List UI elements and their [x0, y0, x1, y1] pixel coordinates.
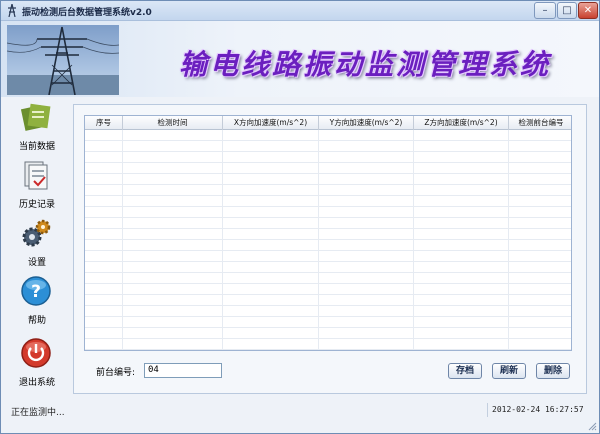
refresh-button[interactable]: 刷新	[492, 363, 526, 379]
table-row[interactable]	[85, 306, 571, 317]
table-row[interactable]	[85, 152, 571, 163]
monitoring-status: 正在监测中...	[11, 408, 65, 418]
table-row[interactable]	[85, 262, 571, 273]
table-row[interactable]	[85, 163, 571, 174]
sidebar: 当前数据 历史记录 设置 ? 帮助 退出系统	[1, 97, 73, 403]
table-row[interactable]	[85, 251, 571, 262]
column-header-x-accel[interactable]: X方向加速度(m/s^2)	[223, 116, 319, 130]
sidebar-item-exit[interactable]: 退出系统	[1, 333, 73, 391]
window-title: 振动检测后台数据管理系统v2.0	[22, 8, 152, 18]
power-icon	[21, 338, 51, 368]
grid-divider	[222, 130, 223, 350]
header-banner: 输电线路振动监测管理系统	[1, 21, 599, 97]
settings-gear-icon	[22, 219, 51, 247]
status-divider	[487, 403, 488, 417]
save-button[interactable]: 存档	[448, 363, 482, 379]
status-datetime: 2012-02-24 16:27:57	[492, 405, 584, 414]
sidebar-item-label: 当前数据	[18, 142, 55, 152]
table-row[interactable]	[85, 240, 571, 251]
help-icon: ?	[21, 276, 51, 306]
grid-divider	[318, 130, 319, 350]
table-row[interactable]	[85, 295, 571, 306]
sidebar-item-history[interactable]: 历史记录	[1, 155, 73, 213]
main-panel: 序号 检测时间 X方向加速度(m/s^2) Y方向加速度(m/s^2) Z方向加…	[73, 104, 587, 394]
table-row[interactable]	[85, 141, 571, 152]
title-bar[interactable]: 振动检测后台数据管理系统v2.0 – □ ✕	[1, 1, 599, 21]
grid-divider	[122, 130, 123, 350]
sidebar-item-settings[interactable]: 设置	[1, 213, 73, 271]
column-header-time[interactable]: 检测时间	[123, 116, 223, 130]
close-button[interactable]: ✕	[578, 2, 598, 19]
sidebar-item-label: 退出系统	[18, 378, 55, 388]
system-title: 输电线路振动监测管理系统	[179, 48, 552, 81]
svg-text:?: ?	[31, 282, 41, 302]
sidebar-item-current-data[interactable]: 当前数据	[1, 97, 73, 155]
station-number-input[interactable]: 04	[144, 363, 222, 378]
history-icon	[24, 161, 48, 190]
status-bar: 正在监测中... 2012-02-24 16:27:57	[1, 399, 599, 433]
app-window: 振动检测后台数据管理系统v2.0 – □ ✕ 输电线路振动监测管理系统 当前数据	[0, 0, 600, 434]
table-row[interactable]	[85, 218, 571, 229]
grid-divider	[413, 130, 414, 350]
delete-button[interactable]: 删除	[536, 363, 570, 379]
station-number-label: 前台编号:	[96, 368, 136, 378]
table-row[interactable]	[85, 174, 571, 185]
sidebar-item-help[interactable]: ? 帮助	[1, 271, 73, 329]
grid-header: 序号 检测时间 X方向加速度(m/s^2) Y方向加速度(m/s^2) Z方向加…	[85, 116, 571, 130]
column-header-y-accel[interactable]: Y方向加速度(m/s^2)	[319, 116, 414, 130]
maximize-button[interactable]: □	[557, 2, 577, 19]
column-header-z-accel[interactable]: Z方向加速度(m/s^2)	[414, 116, 509, 130]
table-row[interactable]	[85, 339, 571, 350]
table-row[interactable]	[85, 130, 571, 141]
tower-app-icon	[8, 4, 16, 17]
grid-divider	[508, 130, 509, 350]
table-row[interactable]	[85, 185, 571, 196]
power-tower-image	[7, 25, 119, 95]
table-row[interactable]	[85, 196, 571, 207]
table-row[interactable]	[85, 229, 571, 240]
data-grid[interactable]: 序号 检测时间 X方向加速度(m/s^2) Y方向加速度(m/s^2) Z方向加…	[84, 115, 572, 351]
table-row[interactable]	[85, 328, 571, 339]
current-data-icon	[20, 103, 51, 131]
table-row[interactable]	[85, 284, 571, 295]
grid-body	[85, 130, 571, 350]
column-header-station[interactable]: 检测前台编号	[509, 116, 571, 130]
sidebar-item-label: 帮助	[27, 316, 46, 326]
resize-grip-icon[interactable]	[587, 421, 597, 431]
column-header-index[interactable]: 序号	[85, 116, 123, 130]
minimize-button[interactable]: –	[534, 2, 556, 19]
sidebar-item-label: 历史记录	[18, 200, 55, 210]
table-row[interactable]	[85, 317, 571, 328]
sidebar-item-label: 设置	[27, 258, 46, 268]
table-row[interactable]	[85, 273, 571, 284]
table-row[interactable]	[85, 207, 571, 218]
